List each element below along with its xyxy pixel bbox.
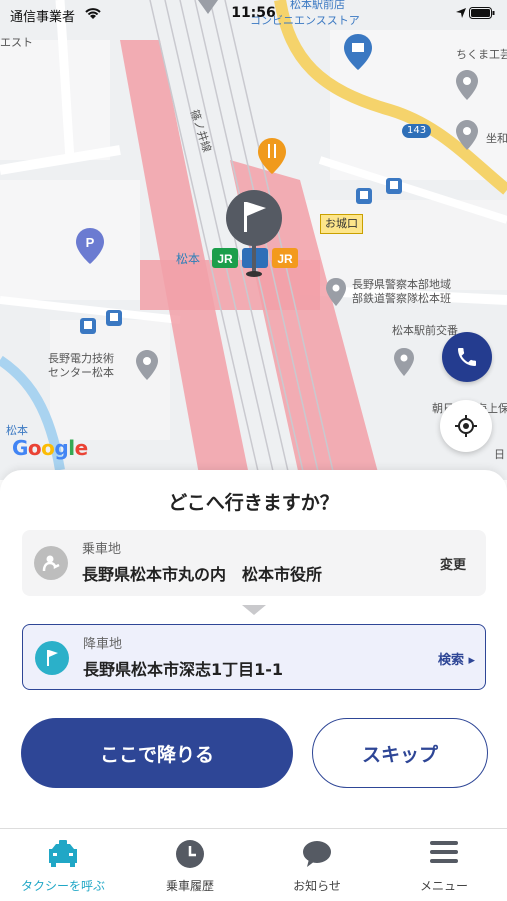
map-label-police: 長野県警察本部地域 部鉄道警察隊松本班 [352, 278, 451, 305]
bus-stop-icon[interactable] [80, 318, 96, 334]
store-pin-icon[interactable] [344, 34, 372, 70]
dropoff-search-button[interactable]: 検索 ▸ [438, 649, 475, 668]
pickup-type-label: 乗車地 [82, 542, 122, 557]
taxi-icon [49, 840, 77, 867]
route-arrow-icon [242, 605, 266, 615]
crosshair-icon [455, 415, 477, 437]
destination-sheet: どこへ行きますか？ 乗車地 長野県松本市丸の内 松本市役所 変更 降車地 長野県… [0, 470, 507, 830]
pickup-card[interactable]: 乗車地 長野県松本市丸の内 松本市役所 変更 [22, 530, 486, 596]
place-pin-icon[interactable] [326, 278, 346, 306]
tab-label: メニュー [419, 879, 468, 893]
bus-stop-icon[interactable] [356, 188, 372, 204]
call-button[interactable] [442, 332, 492, 382]
bus-stop-icon[interactable] [106, 310, 122, 326]
chat-bubble-icon [303, 841, 331, 867]
pickup-address: 長野県松本市丸の内 松本市役所 [82, 565, 323, 584]
dropoff-type-label: 降車地 [83, 637, 123, 652]
route-143-badge: 143 [402, 124, 432, 138]
place-pin-icon[interactable] [394, 348, 414, 376]
clock-icon [176, 840, 204, 868]
map-label-crossing: 松本駅前交番 [392, 324, 458, 337]
restaurant-pin-icon[interactable] [258, 138, 286, 174]
map-label-hi: 日 [494, 448, 505, 461]
location-arrow-icon [456, 8, 466, 18]
sheet-title: どこへ行きますか？ [168, 492, 339, 514]
parking-pin-icon[interactable]: P [76, 228, 104, 264]
place-pin-icon[interactable] [136, 350, 158, 380]
place-pin-icon[interactable] [456, 70, 478, 100]
tab-call-taxi[interactable]: タクシーを呼ぶ [0, 829, 126, 901]
map-label-matsumoto: 松本 [176, 252, 201, 266]
tab-notices[interactable]: お知らせ [254, 829, 380, 901]
current-location-button[interactable] [440, 400, 492, 452]
map-label-chikuma: ちくま工芸 [456, 48, 507, 61]
tab-menu[interactable]: メニュー [381, 829, 507, 901]
map-label-tsubo: 坐和 [486, 132, 507, 145]
menu-icon [430, 841, 458, 863]
bus-stop-icon[interactable] [386, 178, 402, 194]
status-bar: 通信事業者 11:56 [0, 0, 507, 28]
tab-bar: タクシーを呼ぶ 乗車履歴 お知らせ メニュー [0, 828, 507, 901]
map-view[interactable]: 松本駅前店 コンビニエンスストア エスト ちくま工芸 坐和 143 篠ノ井線 お… [0, 0, 507, 480]
dropoff-address: 長野県松本市深志1丁目1-1 [83, 660, 284, 679]
map-label-oshiroguchi: お城口 [320, 214, 363, 234]
skip-button[interactable]: スキップ [312, 718, 488, 788]
tab-label: 乗車履歴 [165, 879, 214, 893]
place-pin-icon[interactable] [456, 120, 478, 150]
dropoff-card[interactable]: 降車地 長野県松本市深志1丁目1-1 検索 ▸ [22, 624, 486, 690]
drop-here-button[interactable]: ここで降りる [21, 718, 293, 788]
clock-time: 11:56 [231, 5, 276, 21]
google-logo: Google [12, 436, 88, 460]
map-label-ekisuto: エスト [0, 36, 33, 49]
tab-label: お知らせ [293, 879, 341, 893]
tab-label: タクシーを呼ぶ [20, 879, 105, 893]
battery-icon [469, 7, 495, 19]
phone-icon [458, 348, 476, 366]
dropoff-flag-pin-icon[interactable] [224, 190, 284, 280]
svg-text:P: P [86, 235, 95, 250]
pickup-change-button[interactable]: 変更 [440, 554, 466, 573]
pickup-person-icon [34, 546, 68, 580]
tab-ride-history[interactable]: 乗車履歴 [127, 829, 253, 901]
dropoff-flag-icon [35, 641, 69, 675]
map-label-power: 長野電力技術 センター松本 [48, 352, 114, 379]
